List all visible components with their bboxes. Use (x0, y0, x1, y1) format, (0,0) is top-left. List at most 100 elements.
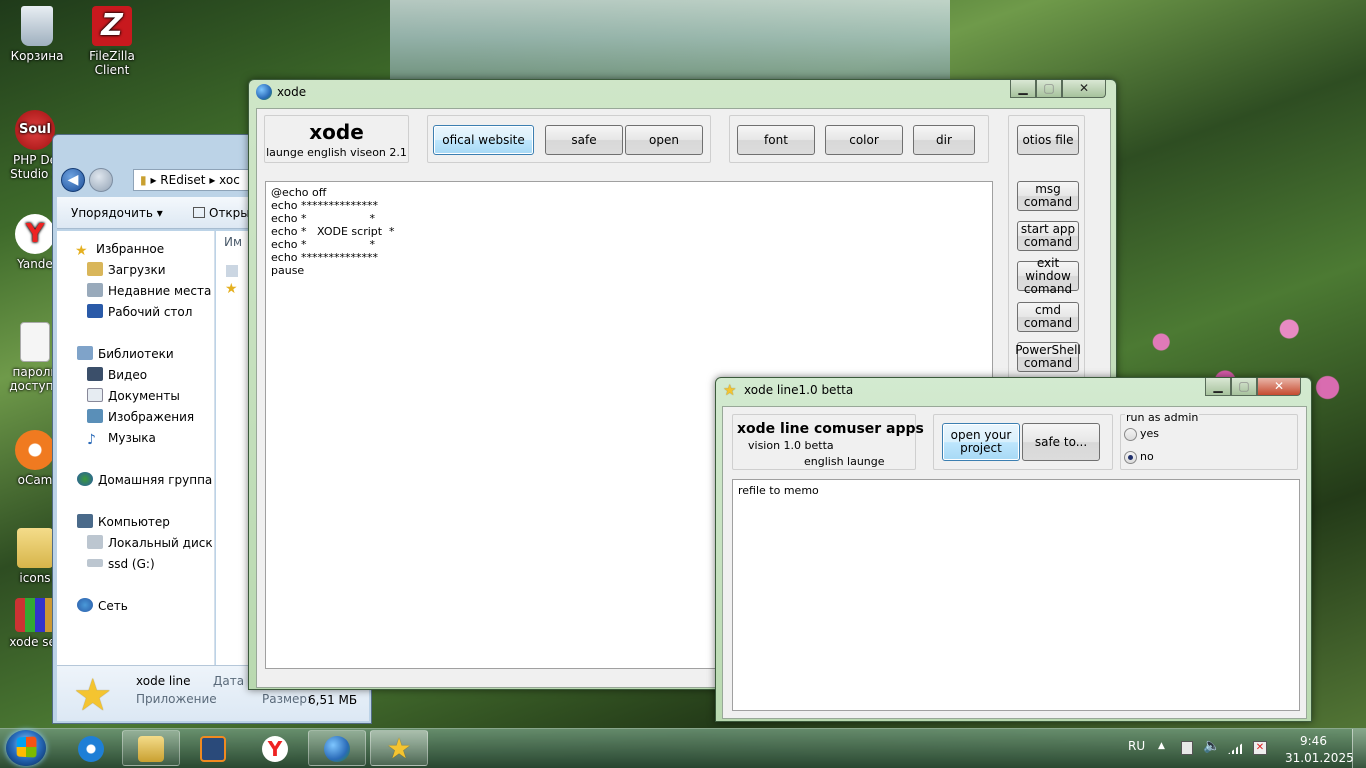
msg-comand-button[interactable]: msg comand (1017, 181, 1079, 211)
file-icon[interactable] (226, 265, 238, 277)
breadcrumb-separator-icon: ▸ (150, 173, 161, 187)
taskbar-media-button[interactable] (184, 730, 242, 766)
nav-item-computer[interactable]: Компьютер (77, 512, 170, 532)
dir-button[interactable]: dir (913, 125, 975, 155)
admin-no-radio[interactable] (1124, 451, 1137, 464)
installer-icon (15, 598, 55, 632)
recent-places-icon (87, 283, 103, 297)
powershell-comand-button[interactable]: PowerShell comand (1015, 342, 1081, 372)
otios-file-button[interactable]: otios file (1017, 125, 1079, 155)
breadcrumb-separator-icon: ▸ (209, 173, 220, 187)
start-app-comand-button[interactable]: start app comand (1017, 221, 1079, 251)
desktop-icon-filezilla[interactable]: Z FileZilla Client (77, 6, 147, 77)
star-icon: ★ (723, 381, 737, 399)
images-icon (87, 409, 103, 423)
recycle-bin-icon (21, 6, 53, 46)
safe-to-button[interactable]: safe to... (1022, 423, 1100, 461)
taskbar-ie-button[interactable] (62, 730, 120, 766)
open-project-button[interactable]: open your project (942, 423, 1020, 461)
maximize-button[interactable]: ▢ (1231, 378, 1257, 396)
clock-time[interactable]: 9:46 (1300, 734, 1327, 748)
open-icon (193, 207, 205, 218)
action-center-icon[interactable] (1181, 741, 1193, 755)
safe-button[interactable]: safe (545, 125, 623, 155)
libraries-icon (77, 346, 93, 360)
admin-yes-label[interactable]: yes (1140, 427, 1159, 440)
yandex-icon: Y (15, 214, 55, 254)
taskbar-explorer-button[interactable] (122, 730, 180, 766)
volume-icon[interactable]: 🔈 (1203, 738, 1220, 754)
minimize-button[interactable]: ▁ (1205, 378, 1231, 396)
breadcrumb-item[interactable]: xoc (219, 173, 240, 187)
official-website-button[interactable]: ofical website (433, 125, 534, 155)
nav-item-downloads[interactable]: Загрузки (87, 260, 166, 280)
network-icon (77, 598, 93, 612)
details-file-name: xode line (136, 674, 191, 688)
nav-item-homegroup[interactable]: Домашняя группа (77, 470, 212, 490)
project-memo[interactable]: refile to memo (732, 479, 1300, 711)
desktop-icon-recycle-bin[interactable]: Корзина (2, 6, 72, 63)
taskbar-xode-line-button[interactable]: ★ (370, 730, 428, 766)
star-icon[interactable]: ★ (225, 281, 238, 297)
soul-icon: Soul (15, 110, 55, 150)
internet-explorer-icon (78, 736, 104, 762)
nav-item-documents[interactable]: Документы (87, 386, 180, 406)
open-button[interactable]: open (625, 125, 703, 155)
taskbar-xode-button[interactable] (308, 730, 366, 766)
minimize-button[interactable]: ▁ (1010, 80, 1036, 98)
show-desktop-button[interactable] (1352, 729, 1366, 768)
nav-item-favorites[interactable]: ★ Избранное (75, 239, 164, 259)
documents-icon (87, 388, 103, 402)
font-button[interactable]: font (737, 125, 815, 155)
nav-item-network[interactable]: Сеть (77, 596, 128, 616)
window-title: xode line1.0 betta (744, 383, 854, 397)
nav-item-recent[interactable]: Недавние места (87, 281, 211, 301)
yandex-icon: Y (262, 736, 288, 762)
video-icon (87, 367, 103, 381)
logo-panel: xode launge english viseon 2.1 (264, 115, 409, 163)
music-icon: ♪ (87, 432, 96, 448)
organize-button[interactable]: Упорядочить ▾ (71, 206, 163, 220)
star-icon: ★ (75, 243, 88, 259)
breadcrumb-item[interactable]: REdiset (160, 173, 205, 187)
exit-window-comand-button[interactable]: exit window comand (1017, 256, 1079, 295)
nav-item-ssd[interactable]: ssd (G:) (87, 554, 155, 574)
star-icon: ★ (386, 732, 412, 765)
app-language: english launge (804, 455, 885, 468)
cmd-comand-button[interactable]: cmd comand (1017, 302, 1079, 332)
app-version: vision 1.0 betta (748, 439, 834, 452)
xode-line-window[interactable]: ★ xode line1.0 betta ▁ ▢ ✕ xode line com… (715, 377, 1312, 722)
nav-item-images[interactable]: Изображения (87, 407, 194, 427)
open-command-button[interactable]: Откры (193, 206, 250, 220)
column-header-name[interactable]: Им (224, 235, 242, 249)
forward-button[interactable] (89, 168, 113, 192)
navigation-pane: ★ Избранное Загрузки Недавние места Рабоч… (57, 231, 229, 665)
color-button[interactable]: color (825, 125, 903, 155)
admin-no-label[interactable]: no (1140, 450, 1154, 463)
nav-item-desktop[interactable]: Рабочий стол (87, 302, 192, 322)
nav-item-local-disk[interactable]: Локальный диск (С (87, 533, 229, 553)
taskbar-yandex-button[interactable]: Y (246, 730, 304, 766)
logo-title: xode (309, 120, 364, 144)
title-bar[interactable]: ★ xode line1.0 betta ▁ ▢ ✕ (716, 378, 1311, 402)
power-status-icon[interactable]: ✕ (1253, 741, 1267, 755)
show-hidden-icons-icon[interactable]: ▲ (1158, 741, 1165, 751)
language-indicator[interactable]: RU (1128, 739, 1145, 753)
folder-icon: ▮ (140, 173, 147, 187)
maximize-button[interactable]: ▢ (1036, 80, 1062, 98)
close-button[interactable]: ✕ (1257, 378, 1301, 396)
nav-item-video[interactable]: Видео (87, 365, 147, 385)
nav-item-music[interactable]: ♪ Музыка (87, 428, 156, 448)
media-player-icon (200, 736, 226, 762)
title-bar[interactable]: xode ▁ ▢ ✕ (249, 80, 1116, 104)
admin-yes-radio[interactable] (1124, 428, 1137, 441)
clock-date[interactable]: 31.01.2025 (1285, 751, 1354, 765)
filezilla-icon: Z (92, 6, 132, 46)
details-size-value: 6,51 МБ (308, 693, 358, 707)
run-as-admin-label: run as admin (1125, 411, 1200, 424)
details-size-label: Размер: (262, 692, 312, 706)
back-button[interactable]: ◀ (61, 168, 85, 192)
app-info-panel: xode line comuser apps vision 1.0 betta … (732, 414, 924, 470)
close-button[interactable]: ✕ (1062, 80, 1106, 98)
nav-item-libraries[interactable]: Библиотеки (77, 344, 174, 364)
